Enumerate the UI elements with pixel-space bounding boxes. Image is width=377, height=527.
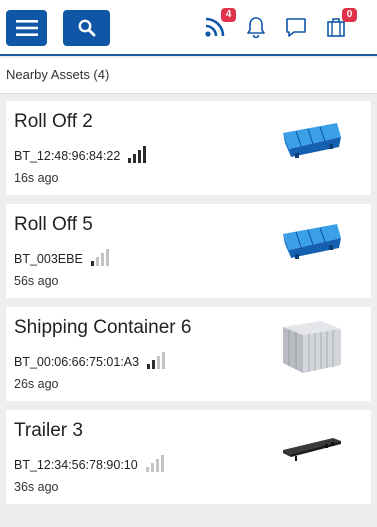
signal-bar <box>128 158 132 163</box>
bell-icon <box>247 17 265 38</box>
shipping-container-image <box>283 321 341 373</box>
last-seen: 56s ago <box>14 274 59 288</box>
messages-button[interactable] <box>281 12 311 42</box>
roll-off-container-image <box>283 123 341 158</box>
signal-strength-icon <box>147 351 166 369</box>
device-id: BT_003EBE <box>14 252 83 266</box>
section-title: Nearby Assets (4) <box>0 58 377 94</box>
last-seen: 36s ago <box>14 480 59 494</box>
top-bar: 4 0 <box>0 0 377 56</box>
signal-bar <box>152 360 156 369</box>
asset-card[interactable]: Trailer 3 BT_12:34:56:78:90:10 36s ago <box>6 410 371 504</box>
signal-bar <box>105 249 109 266</box>
hamburger-icon <box>15 20 38 36</box>
signal-bar <box>133 154 137 163</box>
last-seen: 26s ago <box>14 377 59 391</box>
asset-card[interactable]: Shipping Container 6 BT_00:06:66:75:01:A… <box>6 307 371 401</box>
feed-button[interactable]: 4 <box>200 8 236 42</box>
asset-name: Shipping Container 6 <box>14 317 192 338</box>
search-icon <box>78 19 95 37</box>
signal-bar <box>90 261 94 266</box>
signal-bar <box>160 455 164 472</box>
asset-name: Roll Off 5 <box>14 214 93 235</box>
signal-bar <box>100 253 104 266</box>
signal-bar <box>155 459 159 472</box>
signal-bar <box>145 467 149 472</box>
signal-strength-icon <box>90 248 109 266</box>
asset-name: Roll Off 2 <box>14 111 93 132</box>
feed-badge: 4 <box>221 8 236 22</box>
chat-icon <box>286 18 306 37</box>
inventory-button[interactable]: 0 <box>321 8 357 42</box>
signal-bar <box>150 463 154 472</box>
notifications-button[interactable] <box>241 12 271 42</box>
device-id: BT_00:06:66:75:01:A3 <box>14 355 140 369</box>
signal-bar <box>143 146 147 163</box>
menu-button[interactable] <box>6 10 47 46</box>
signal-bar <box>157 356 161 369</box>
roll-off-container-image <box>283 224 341 259</box>
search-button[interactable] <box>63 10 110 46</box>
last-seen: 16s ago <box>14 171 59 185</box>
asset-card[interactable]: Roll Off 5 BT_003EBE 56s ago <box>6 204 371 298</box>
signal-bar <box>147 364 151 369</box>
inventory-badge: 0 <box>342 8 357 22</box>
signal-strength-icon <box>145 454 164 472</box>
signal-bar <box>95 257 99 266</box>
asset-name: Trailer 3 <box>14 420 83 441</box>
signal-bar <box>138 150 142 163</box>
asset-card[interactable]: Roll Off 2 BT_12:48:96:84:22 16s ago <box>6 101 371 195</box>
signal-strength-icon <box>128 145 147 163</box>
signal-bar <box>162 352 166 369</box>
device-id: BT_12:48:96:84:22 <box>14 149 121 163</box>
flatbed-trailer-image <box>283 438 341 461</box>
device-id: BT_12:34:56:78:90:10 <box>14 458 138 472</box>
